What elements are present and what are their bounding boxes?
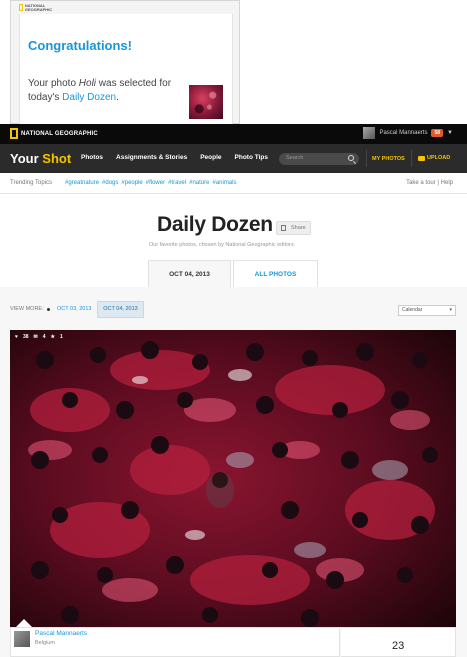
- email-photo-thumbnail[interactable]: [189, 85, 223, 119]
- avatar: [363, 127, 376, 139]
- your-shot-logo[interactable]: Your Shot: [10, 151, 71, 166]
- tab-all-photos[interactable]: ALL PHOTOS: [233, 260, 318, 287]
- photo-count: 23: [392, 640, 405, 652]
- tag-link[interactable]: #travel: [168, 180, 186, 186]
- page-title: Daily Dozen: [157, 213, 273, 236]
- search-icon[interactable]: [348, 155, 354, 161]
- logo-shot: Shot: [42, 151, 72, 166]
- comment-icon[interactable]: ✉: [34, 334, 38, 340]
- view-more-label: VIEW MORE:: [10, 306, 44, 312]
- email-text: Your photo: [28, 78, 79, 89]
- page-subtitle: Our favorite photos, chosen by National …: [149, 242, 296, 248]
- email-photo-title: Holi: [78, 78, 97, 89]
- date-link-prev[interactable]: OCT 03, 2013: [57, 306, 91, 312]
- share-icon: [281, 225, 286, 231]
- user-menu[interactable]: Pascal Mannaerts 58 ▼: [363, 127, 453, 139]
- tour-help-links[interactable]: Take a tour | Help: [406, 180, 453, 186]
- natgeo-logo[interactable]: NATIONAL GEOGRAPHIC: [10, 128, 98, 139]
- logo-your: Your: [10, 151, 39, 166]
- nav-item-photo-tips[interactable]: Photo Tips: [235, 154, 268, 161]
- email-heading: Congratulations!: [28, 38, 132, 53]
- photo-stats: ♥ 38 ✉ 4 ★ 1: [15, 334, 63, 340]
- divider: [366, 150, 367, 167]
- bullet-icon: [47, 308, 50, 311]
- ng-logo-icon: [10, 128, 18, 139]
- chevron-down-icon[interactable]: ▼: [447, 130, 453, 136]
- notification-badge[interactable]: 58: [431, 129, 444, 137]
- photographer-location: Belgium: [35, 640, 55, 646]
- favorites-count: 1: [60, 334, 63, 340]
- natgeo-logo-text: NATIONAL GEOGRAPHIC: [21, 130, 98, 137]
- tag-link[interactable]: #animals: [212, 180, 236, 186]
- tag-link[interactable]: #nature: [189, 180, 209, 186]
- search-placeholder: Search: [286, 155, 304, 161]
- user-name: Pascal Mannaerts: [379, 130, 428, 136]
- favorite-icon[interactable]: ★: [51, 334, 55, 340]
- email-text: was selected for: [96, 78, 172, 89]
- upload-button[interactable]: UPLOAD: [418, 155, 450, 161]
- upload-label: UPLOAD: [427, 155, 451, 161]
- camera-icon: [418, 155, 425, 161]
- holi-crowd-image: [10, 330, 456, 627]
- trending-bar: Trending Topics #greatnature #dogs #peop…: [0, 173, 467, 194]
- calendar-select[interactable]: Calendar ▾: [398, 305, 456, 316]
- avatar[interactable]: [14, 631, 30, 647]
- email-message: Your photo Holi was selected for today's…: [28, 77, 178, 105]
- email-brand-text: NATIONAL GEOGRAPHIC: [24, 2, 53, 12]
- email-body: Congratulations! Your photo Holi was sel…: [19, 14, 233, 125]
- trending-tags: #greatnature #dogs #people #flower #trav…: [65, 180, 236, 186]
- your-shot-nav: Your Shot Photos Assignments & Stories P…: [0, 144, 467, 173]
- main-nav: Photos Assignments & Stories People Phot…: [81, 154, 268, 161]
- email-text: today's: [28, 92, 63, 103]
- email-card: NATIONAL GEOGRAPHIC Congratulations! You…: [10, 0, 240, 125]
- tab-oct-04[interactable]: OCT 04, 2013: [148, 260, 231, 287]
- nav-item-assignments[interactable]: Assignments & Stories: [116, 154, 187, 161]
- email-brand: NATIONAL GEOGRAPHIC: [19, 3, 55, 12]
- tag-link[interactable]: #people: [121, 180, 142, 186]
- photographer-name-link[interactable]: Pascal Mannaerts: [35, 630, 87, 637]
- featured-photo[interactable]: [10, 330, 456, 627]
- date-link-current[interactable]: OCT 04, 2013: [97, 301, 144, 318]
- share-button[interactable]: Share: [276, 221, 311, 235]
- tag-link[interactable]: #flower: [146, 180, 165, 186]
- tag-link[interactable]: #greatnature: [65, 180, 99, 186]
- calendar-label: Calendar: [402, 307, 423, 313]
- email-text: .: [116, 92, 119, 103]
- daily-dozen-link[interactable]: Daily Dozen: [62, 92, 116, 103]
- share-label: Share: [291, 225, 306, 231]
- tag-link[interactable]: #dogs: [102, 180, 118, 186]
- comments-count: 4: [42, 334, 46, 340]
- divider: [411, 150, 412, 167]
- page-root: NATIONAL GEOGRAPHIC Congratulations! You…: [0, 0, 467, 657]
- nav-item-photos[interactable]: Photos: [81, 154, 103, 161]
- nav-item-people[interactable]: People: [200, 154, 221, 161]
- heart-icon[interactable]: ♥: [15, 334, 18, 340]
- search-input[interactable]: Search: [279, 153, 359, 165]
- chevron-down-icon: ▾: [449, 307, 452, 313]
- ng-logo-icon: [19, 4, 23, 11]
- natgeo-top-bar: NATIONAL GEOGRAPHIC Pascal Mannaerts 58 …: [0, 124, 467, 144]
- trending-label: Trending Topics: [10, 180, 53, 186]
- likes-count: 38: [22, 334, 29, 340]
- my-photos-link[interactable]: MY PHOTOS: [372, 156, 405, 162]
